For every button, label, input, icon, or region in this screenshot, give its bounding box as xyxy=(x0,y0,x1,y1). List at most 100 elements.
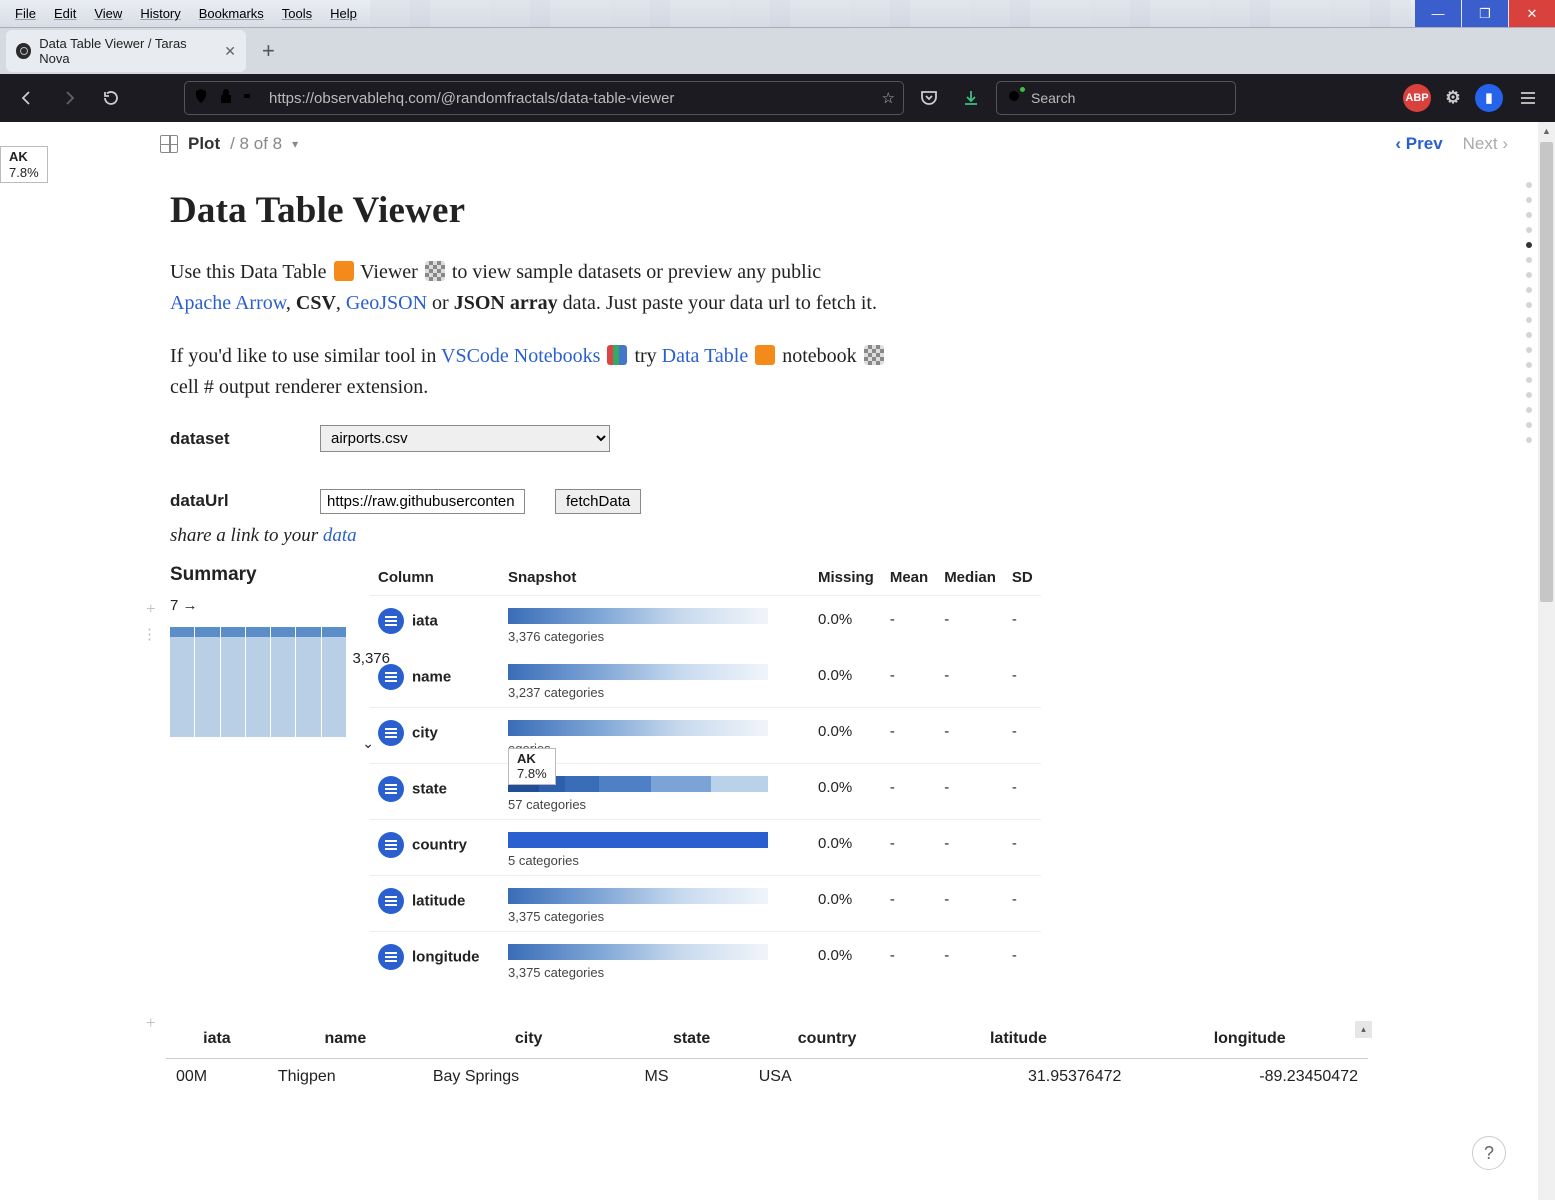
extension-gear-icon[interactable]: ⚙ xyxy=(1439,84,1467,112)
browser-tab[interactable]: Data Table Viewer / Taras Nova ✕ xyxy=(6,30,246,72)
cell-drag-handle-icon[interactable]: ⋮ xyxy=(142,624,157,647)
browser-navbar: https://observablehq.com/@randomfractals… xyxy=(0,74,1555,122)
column-name: state xyxy=(412,780,447,797)
cell-median: - xyxy=(936,819,1004,875)
scrollbar-thumb[interactable] xyxy=(1540,142,1553,602)
link-geojson[interactable]: GeoJSON xyxy=(346,292,427,314)
cell-add-icon[interactable]: + xyxy=(146,1010,156,1036)
data-th[interactable]: state xyxy=(635,1021,749,1058)
data-table-scrollbar[interactable]: ▴ xyxy=(1355,1021,1372,1096)
scrollbar-up-icon[interactable]: ▴ xyxy=(1355,1021,1372,1038)
page-scrollbar[interactable]: ▲ xyxy=(1538,122,1555,1200)
next-button[interactable]: Next › xyxy=(1463,134,1508,154)
snapshot-bar[interactable] xyxy=(508,608,768,624)
link-data[interactable]: data xyxy=(323,525,357,546)
lock-icon[interactable] xyxy=(219,88,233,108)
help-button[interactable]: ? xyxy=(1472,1136,1506,1170)
data-td: 00M xyxy=(166,1059,268,1096)
os-titlebar: File Edit View History Bookmarks Tools H… xyxy=(0,0,1555,28)
snapshot-bar[interactable] xyxy=(508,832,768,848)
snapshot-tooltip: AK7.8% xyxy=(0,146,48,183)
summary-col-count: 7 xyxy=(170,597,178,614)
os-menubar: File Edit View History Bookmarks Tools H… xyxy=(0,0,366,27)
scrollbar-up-icon[interactable]: ▲ xyxy=(1538,122,1555,139)
table-emoji-icon xyxy=(334,261,354,281)
th-missing: Missing xyxy=(810,560,882,596)
column-type-icon xyxy=(378,944,404,970)
link-data-table[interactable]: Data Table xyxy=(662,345,749,367)
menu-view[interactable]: View xyxy=(85,3,131,24)
cell-sd: - xyxy=(1004,932,1041,988)
data-th[interactable]: city xyxy=(423,1021,635,1058)
column-name: latitude xyxy=(412,892,465,909)
dataurl-label: dataUrl xyxy=(170,488,290,514)
plot-grid-icon xyxy=(160,135,178,153)
extension-abp-icon[interactable]: ABP xyxy=(1403,84,1431,112)
data-th[interactable]: iata xyxy=(166,1021,268,1058)
nav-reload-button[interactable] xyxy=(94,81,128,115)
summary-panel: Summary 7 → 3,376 ⌄ Column Snapshot Miss… xyxy=(170,560,1368,987)
minimap[interactable] xyxy=(1526,182,1532,443)
menu-tools[interactable]: Tools xyxy=(273,3,321,24)
data-th[interactable]: country xyxy=(749,1021,906,1058)
column-name: iata xyxy=(412,613,438,630)
dataurl-input[interactable] xyxy=(320,489,525,514)
snapshot-bar[interactable] xyxy=(508,888,768,904)
window-maximize-button[interactable]: ❐ xyxy=(1462,0,1508,27)
extension-camera-icon[interactable]: ▮ xyxy=(1475,84,1503,112)
snapshot-bar[interactable] xyxy=(508,944,768,960)
window-close-button[interactable]: ✕ xyxy=(1509,0,1555,27)
data-table-wrap: iatanamecitystatecountrylatitudelongitud… xyxy=(166,1021,1368,1096)
menu-help[interactable]: Help xyxy=(321,3,366,24)
text: Use this Data Table xyxy=(170,261,327,283)
summary-heading: Summary xyxy=(170,560,346,589)
cell-missing: 0.0% xyxy=(810,876,882,932)
fetch-data-button[interactable]: fetchData xyxy=(555,489,641,514)
prev-button[interactable]: ‹ Prev xyxy=(1395,134,1442,154)
pocket-icon[interactable] xyxy=(912,81,946,115)
cell-sd: - xyxy=(1004,707,1041,763)
cell-add-icon[interactable]: + xyxy=(146,596,156,622)
search-bar[interactable]: Search xyxy=(996,81,1236,115)
summary-mini-chart: 3,376 ⌄ xyxy=(170,627,346,737)
bookmark-star-icon[interactable]: ☆ xyxy=(882,89,895,107)
data-td: 31.95376472 xyxy=(905,1059,1131,1096)
cell-missing: 0.0% xyxy=(810,707,882,763)
menu-file[interactable]: File xyxy=(6,3,45,24)
cell-sd: - xyxy=(1004,876,1041,932)
th-median: Median xyxy=(936,560,1004,596)
menu-history[interactable]: History xyxy=(131,3,189,24)
data-th[interactable]: name xyxy=(268,1021,423,1058)
data-th[interactable]: longitude xyxy=(1131,1021,1368,1058)
downloads-icon[interactable] xyxy=(954,81,988,115)
link-apache-arrow[interactable]: Apache Arrow xyxy=(170,292,286,314)
chevron-down-icon[interactable]: ▾ xyxy=(292,137,298,151)
snapshot-bar[interactable] xyxy=(508,664,768,680)
column-type-icon xyxy=(378,888,404,914)
dataset-select[interactable]: airports.csv xyxy=(320,425,610,452)
cell-missing: 0.0% xyxy=(810,932,882,988)
text: data. Just paste your data url to fetch … xyxy=(558,292,877,314)
data-th[interactable]: latitude xyxy=(905,1021,1131,1058)
hamburger-menu-button[interactable] xyxy=(1511,81,1545,115)
cell-sd: - xyxy=(1004,596,1041,652)
new-tab-button[interactable]: + xyxy=(254,38,283,64)
menu-bookmarks[interactable]: Bookmarks xyxy=(190,3,273,24)
cell-median: - xyxy=(936,707,1004,763)
url-bar[interactable]: https://observablehq.com/@randomfractals… xyxy=(184,81,904,115)
column-type-icon xyxy=(378,720,404,746)
snapshot-bar[interactable] xyxy=(508,720,768,736)
nav-forward-button[interactable] xyxy=(52,81,86,115)
column-type-icon xyxy=(378,608,404,634)
arrow-icon: → xyxy=(183,597,198,614)
nav-back-button[interactable] xyxy=(10,81,44,115)
data-td: USA xyxy=(749,1059,906,1096)
tab-close-button[interactable]: ✕ xyxy=(224,43,236,60)
window-minimize-button[interactable]: — xyxy=(1415,0,1461,27)
link-vscode-notebooks[interactable]: VSCode Notebooks xyxy=(441,345,600,367)
shield-icon[interactable] xyxy=(193,88,209,108)
permissions-icon[interactable] xyxy=(243,88,259,108)
cell-missing: 0.0% xyxy=(810,763,882,819)
snapshot-bar[interactable]: AK7.8% xyxy=(508,776,768,792)
menu-edit[interactable]: Edit xyxy=(45,3,85,24)
